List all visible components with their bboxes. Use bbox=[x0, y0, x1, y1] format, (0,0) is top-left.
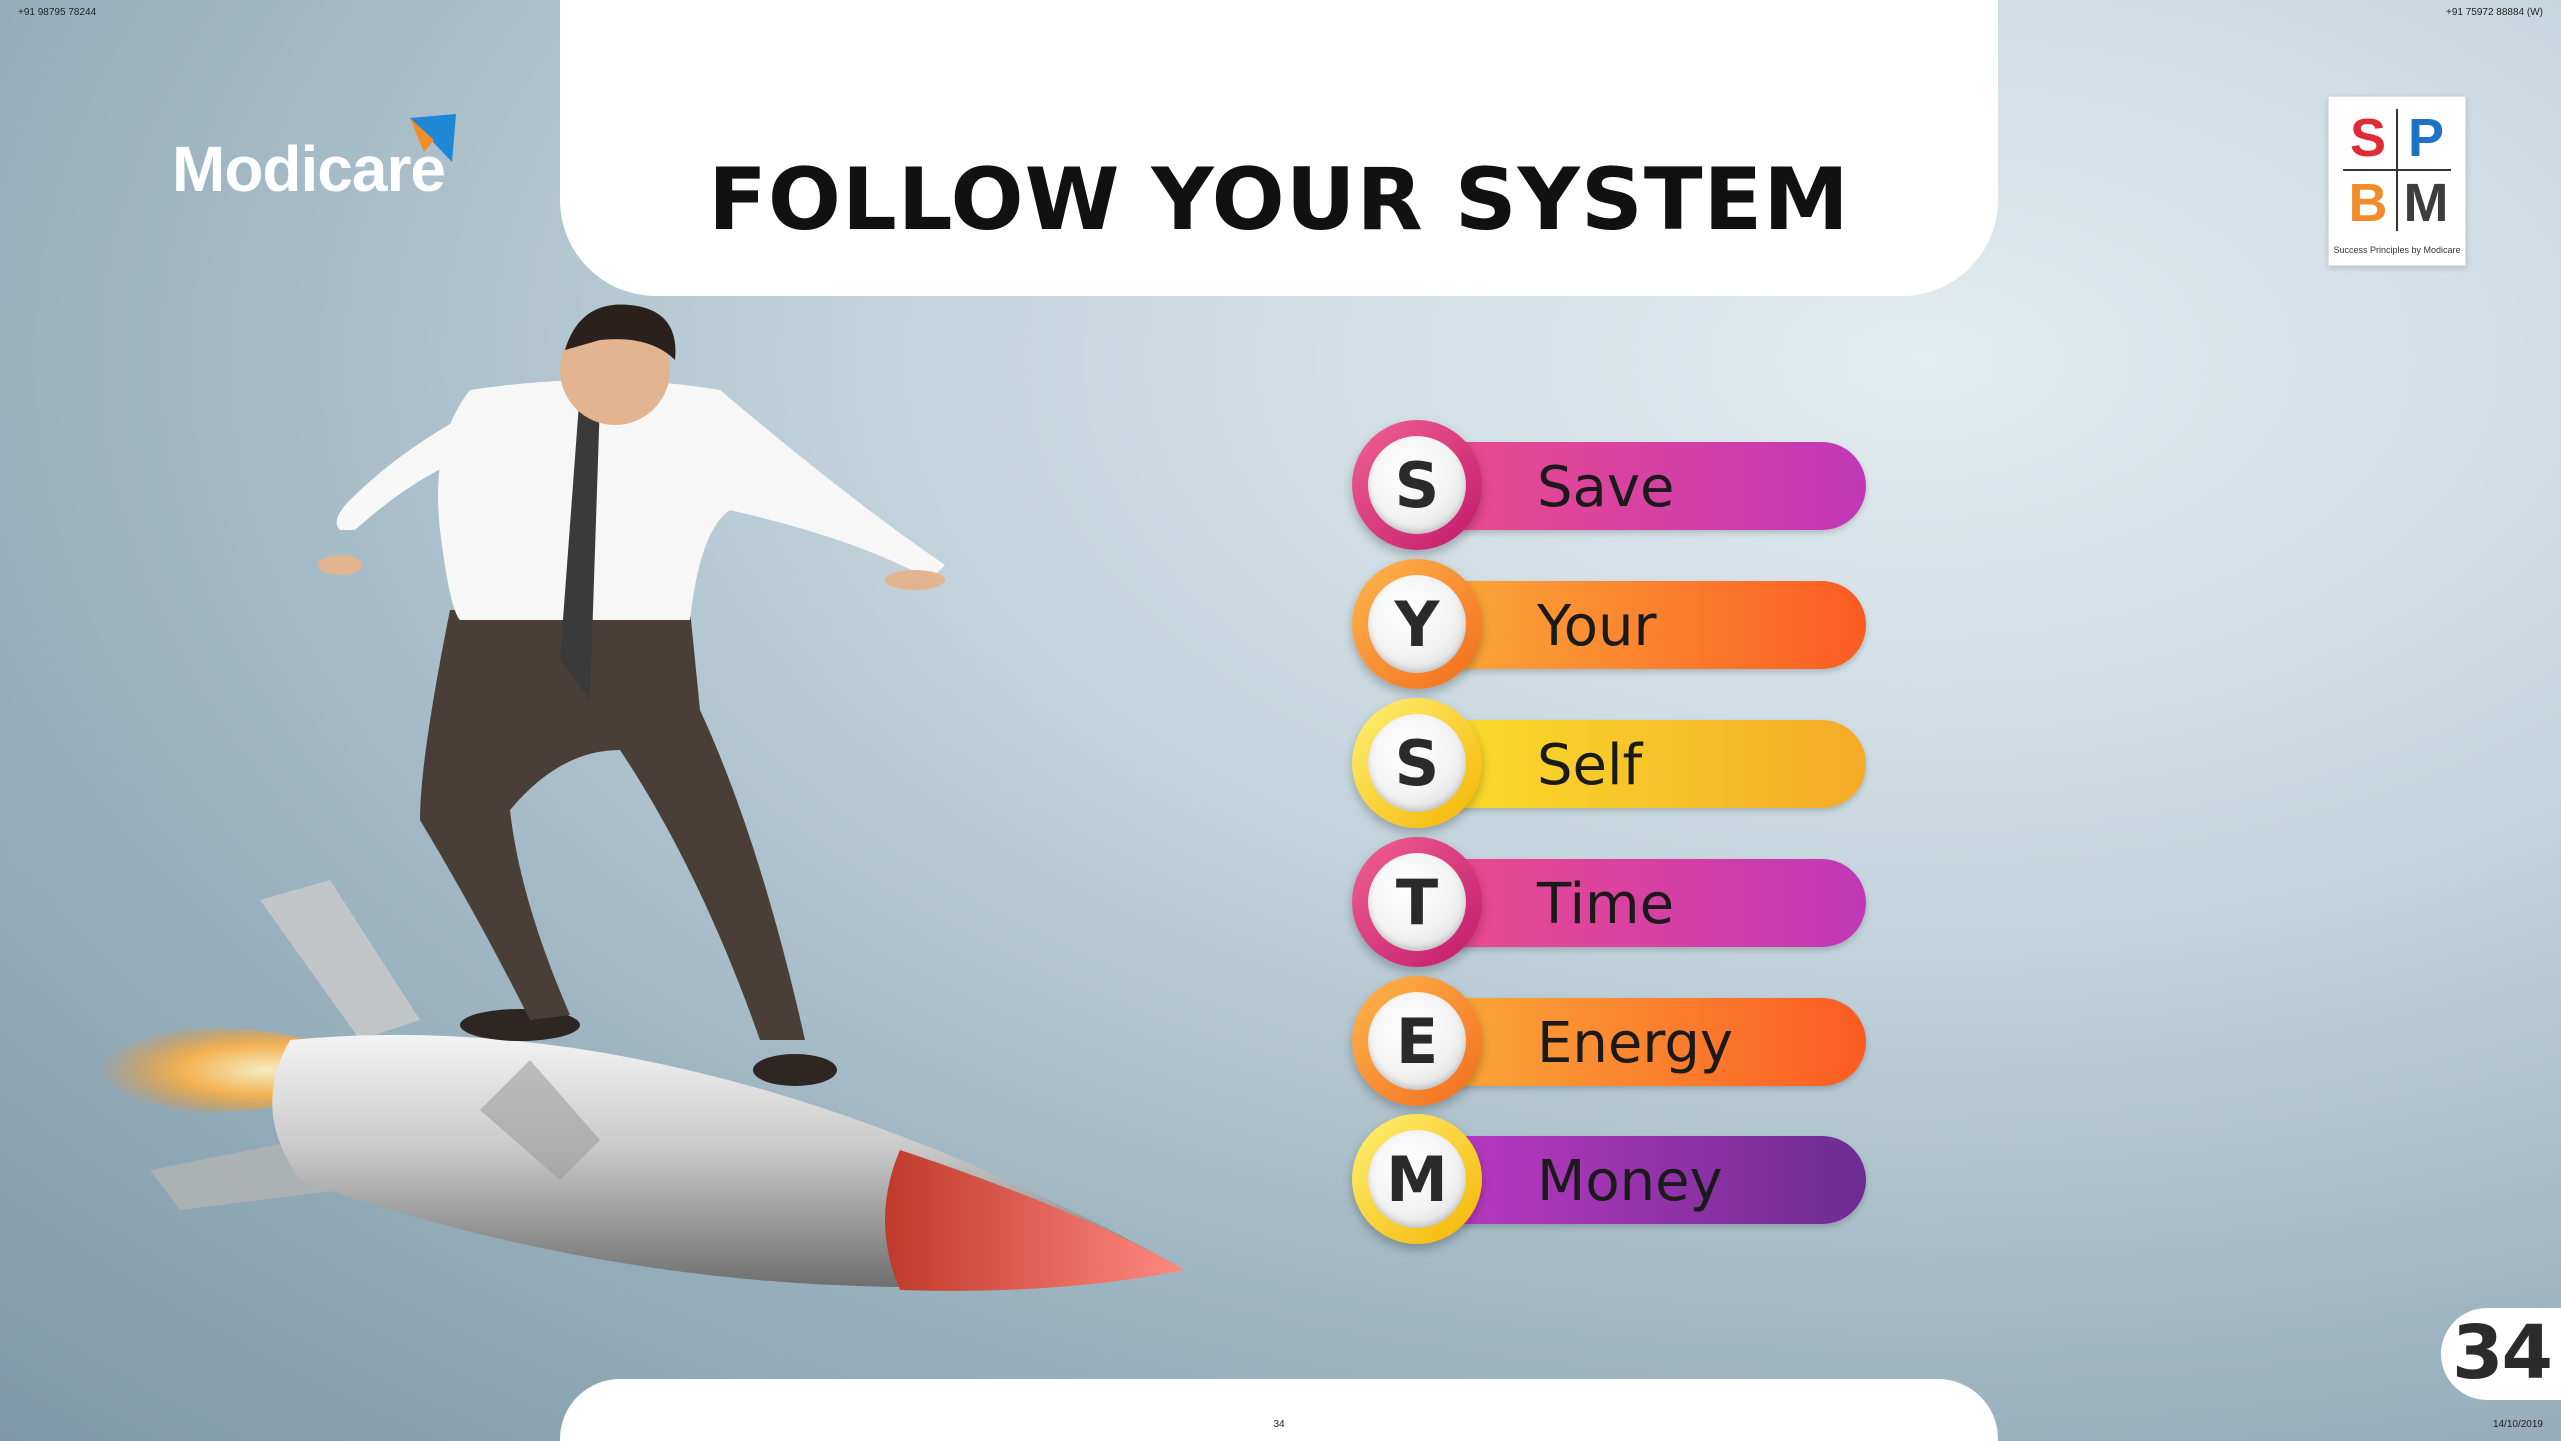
businessman-on-rocket-illustration bbox=[70, 304, 1185, 1291]
acrostic-letter: S bbox=[1368, 714, 1466, 812]
modicare-logo: Modicare bbox=[172, 112, 472, 205]
acrostic-word: Energy bbox=[1537, 1011, 1734, 1076]
spbm-logo: S P B M Success Principles by Modicare bbox=[2328, 96, 2466, 266]
acrostic-word: Self bbox=[1537, 733, 1643, 798]
top-right-phone: +91 75972 88884 (W) bbox=[2445, 7, 2543, 18]
acrostic-letter-badge: M bbox=[1352, 1114, 1482, 1244]
acrostic-word: Time bbox=[1537, 872, 1675, 937]
modicare-mark-icon bbox=[410, 114, 456, 162]
footer-date: 14/10/2019 bbox=[2492, 1419, 2543, 1430]
page-number: 34 bbox=[2452, 1310, 2553, 1396]
spbm-grid: S P B M bbox=[2339, 105, 2455, 235]
acrostic-letter-badge: Y bbox=[1352, 559, 1482, 689]
spbm-letter-s: S bbox=[2349, 107, 2387, 168]
acrostic-letter-badge: E bbox=[1352, 976, 1482, 1106]
footer-panel: 34 bbox=[560, 1379, 1998, 1441]
spbm-letter-m: M bbox=[2403, 172, 2449, 233]
spbm-letter-b: B bbox=[2348, 172, 2388, 233]
slide-title: FOLLOW YOUR SYSTEM bbox=[708, 150, 1850, 250]
page-number-badge: 34 bbox=[2441, 1308, 2561, 1400]
acrostic-letter: T bbox=[1368, 853, 1466, 951]
acrostic-row-save: Save S bbox=[1352, 420, 1872, 550]
acrostic-letter: E bbox=[1368, 992, 1466, 1090]
acrostic-letter: M bbox=[1368, 1130, 1466, 1228]
acrostic-letter-badge: S bbox=[1352, 420, 1482, 550]
footer-page-number: 34 bbox=[1273, 1419, 1285, 1430]
system-acrostic: Save S Your Y Self S Time T Energy E Mon… bbox=[1352, 420, 1872, 1250]
acrostic-row-money: Money M bbox=[1352, 1114, 1872, 1244]
acrostic-word: Your bbox=[1537, 594, 1657, 659]
spbm-divider-horizontal bbox=[2343, 169, 2451, 171]
acrostic-letter-badge: S bbox=[1352, 698, 1482, 828]
acrostic-word: Save bbox=[1537, 455, 1675, 520]
acrostic-row-your: Your Y bbox=[1352, 559, 1872, 689]
spbm-tagline: Success Principles by Modicare bbox=[2333, 245, 2461, 255]
title-panel: FOLLOW YOUR SYSTEM bbox=[560, 0, 1998, 296]
acrostic-letter: S bbox=[1368, 436, 1466, 534]
acrostic-row-time: Time T bbox=[1352, 837, 1872, 967]
acrostic-row-energy: Energy E bbox=[1352, 976, 1872, 1106]
spbm-letter-p: P bbox=[2407, 107, 2445, 168]
acrostic-row-self: Self S bbox=[1352, 698, 1872, 828]
acrostic-letter-badge: T bbox=[1352, 837, 1482, 967]
acrostic-word: Money bbox=[1537, 1149, 1723, 1214]
acrostic-letter: Y bbox=[1368, 575, 1466, 673]
